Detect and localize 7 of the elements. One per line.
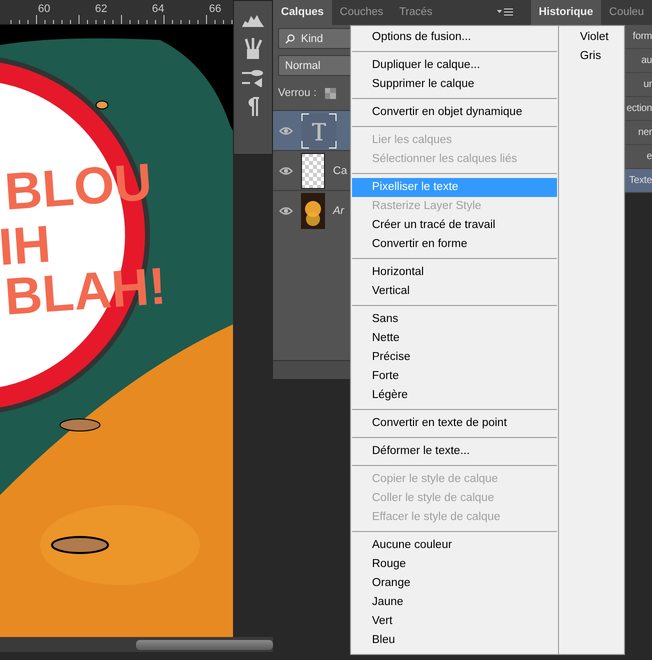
lock-label: Verrou : [278, 87, 317, 99]
ruler-label: 60 [38, 2, 52, 17]
ruler-label: 66 [209, 2, 222, 17]
ruler-label: 64 [152, 2, 166, 17]
layer-name: Ar [333, 204, 344, 216]
ruler-label: 62 [95, 2, 108, 17]
layer-name: Ca [333, 164, 348, 176]
